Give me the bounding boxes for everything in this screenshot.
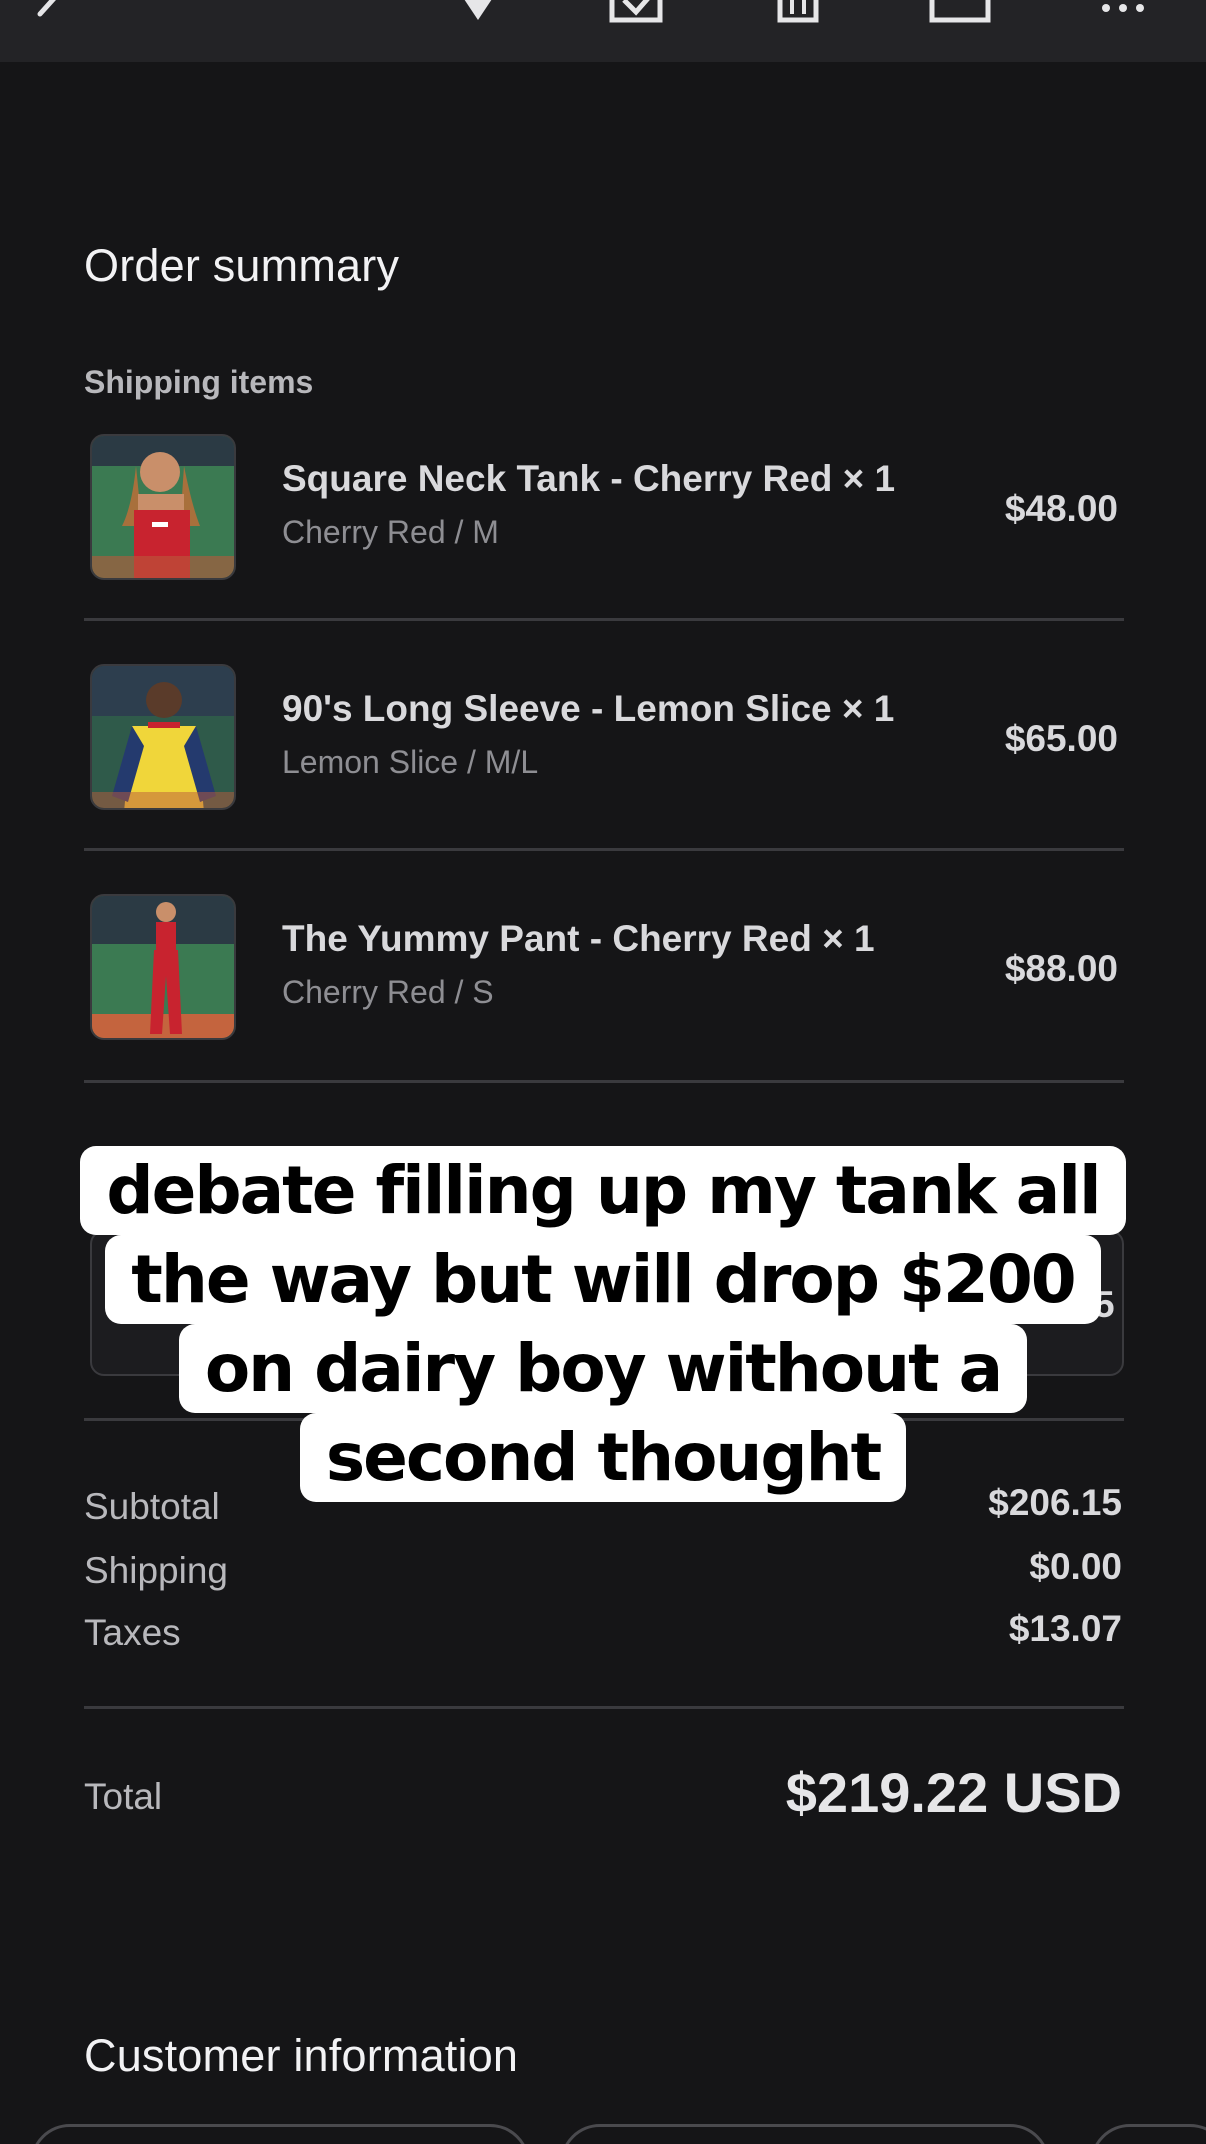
video-caption: debate filling up my tank all the way bu… bbox=[0, 1146, 1206, 1502]
line-item[interactable]: Square Neck Tank - Cherry Red × 1 Cherry… bbox=[84, 434, 1124, 584]
divider bbox=[84, 1080, 1124, 1083]
taxes-label: Taxes bbox=[84, 1612, 181, 1653]
address-button[interactable] bbox=[560, 2124, 1050, 2144]
item-price: $65.00 bbox=[1004, 718, 1118, 759]
item-variant: Cherry Red / S bbox=[282, 974, 494, 1010]
item-price: $88.00 bbox=[1004, 948, 1118, 989]
divider bbox=[84, 848, 1124, 851]
contact-button[interactable] bbox=[30, 2124, 530, 2144]
product-thumbnail bbox=[90, 664, 236, 810]
more-button[interactable] bbox=[1090, 2124, 1206, 2144]
item-variant: Cherry Red / M bbox=[282, 514, 499, 550]
total-value: $219.22 USD bbox=[785, 1761, 1122, 1824]
customer-information-title: Customer information bbox=[84, 2030, 519, 2081]
line-item[interactable]: 90's Long Sleeve - Lemon Slice × 1 Lemon… bbox=[84, 664, 1124, 814]
caption-line: on dairy boy without a bbox=[178, 1324, 1028, 1413]
shipping-label: Shipping bbox=[84, 1550, 229, 1591]
item-variant: Lemon Slice / M/L bbox=[282, 744, 539, 780]
shipping-value: $0.00 bbox=[1029, 1546, 1122, 1587]
shipping-items-label: Shipping items bbox=[84, 364, 314, 400]
item-name: 90's Long Sleeve - Lemon Slice × 1 bbox=[282, 688, 895, 729]
trash-icon[interactable] bbox=[776, 0, 820, 23]
location-pin-icon[interactable] bbox=[458, 0, 498, 22]
taxes-value: $13.07 bbox=[1008, 1608, 1122, 1649]
caption-line: second thought bbox=[299, 1413, 907, 1502]
product-thumbnail bbox=[90, 434, 236, 580]
download-icon[interactable] bbox=[608, 0, 664, 23]
top-toolbar bbox=[0, 0, 1206, 62]
item-price: $48.00 bbox=[1004, 488, 1118, 529]
item-name: The Yummy Pant - Cherry Red × 1 bbox=[282, 918, 875, 959]
back-chevron-icon[interactable] bbox=[26, 0, 66, 22]
window-icon[interactable] bbox=[928, 0, 992, 23]
order-page: Order summary Shipping items Square Neck… bbox=[0, 0, 1206, 2144]
divider bbox=[84, 1706, 1124, 1709]
line-item[interactable]: The Yummy Pant - Cherry Red × 1 Cherry R… bbox=[84, 894, 1124, 1044]
more-icon[interactable] bbox=[1098, 0, 1148, 22]
item-name: Square Neck Tank - Cherry Red × 1 bbox=[282, 458, 896, 499]
product-thumbnail bbox=[90, 894, 236, 1040]
total-label: Total bbox=[84, 1776, 163, 1817]
caption-line: the way but will drop $200 bbox=[105, 1235, 1101, 1324]
caption-line: debate filling up my tank all bbox=[80, 1146, 1126, 1235]
divider bbox=[84, 618, 1124, 621]
order-summary-title: Order summary bbox=[84, 240, 400, 291]
